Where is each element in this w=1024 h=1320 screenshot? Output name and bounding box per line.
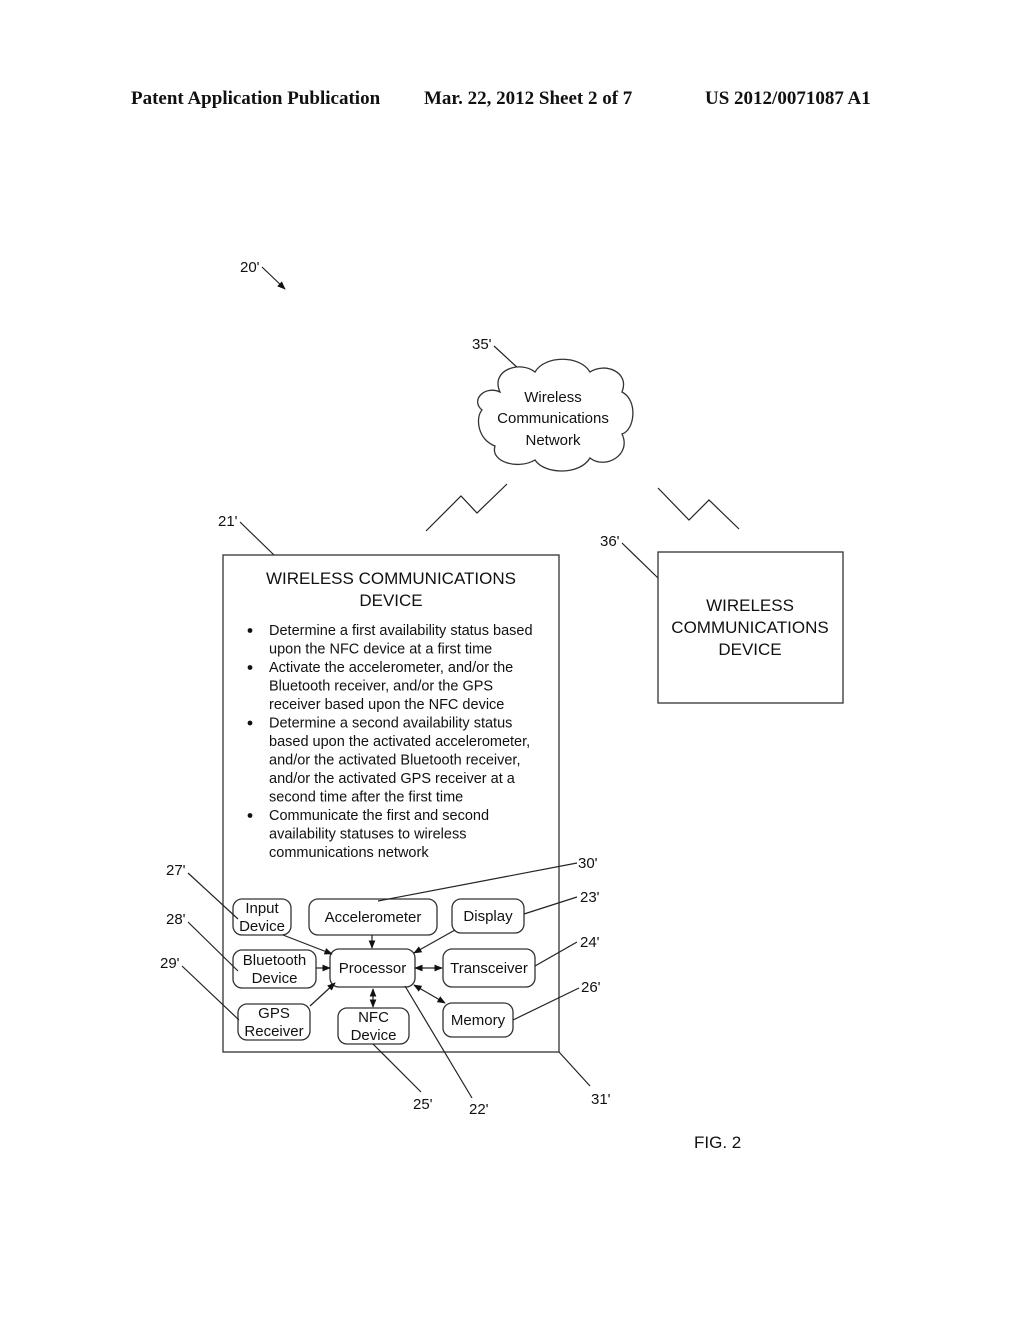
- main-device-title-2: DEVICE: [359, 591, 422, 610]
- component-nfc: NFCDevice: [337, 1007, 410, 1045]
- component-transceiver: Transceiver: [442, 948, 536, 988]
- leader-31: [558, 1051, 591, 1087]
- ref-other-device: 36': [600, 533, 620, 550]
- bullet-dot: [247, 813, 253, 818]
- bullet-line: and/or the activated GPS receiver at a: [269, 771, 516, 787]
- component-memory: Memory: [442, 1002, 514, 1038]
- network-line-1: Wireless: [524, 389, 582, 406]
- ref-gps: 29': [160, 955, 180, 972]
- ref-transceiver: 24': [580, 934, 600, 951]
- bullet-line: and/or the activated Bluetooth receiver,: [269, 753, 521, 769]
- ref-network: 35': [472, 336, 492, 353]
- wireless-link-main: [425, 483, 508, 532]
- figure-label: FIG. 2: [694, 1133, 741, 1152]
- bullet-line: Communicate the first and second: [269, 808, 489, 824]
- component-gps: GPSReceiver: [237, 1003, 311, 1041]
- other-device-line-1: WIRELESS: [706, 596, 794, 615]
- component-processor: Processor: [329, 948, 416, 988]
- component-blocks: InputDeviceAccelerometer DisplayBluetooth…: [232, 898, 536, 1045]
- component-input-device: InputDevice: [232, 898, 292, 936]
- ref-input-device: 27': [166, 862, 186, 879]
- bullet-line: Determine a second availability status: [269, 716, 512, 732]
- ref-memory: 26': [581, 979, 601, 996]
- ref-main-device-leader: [239, 521, 275, 556]
- ref-processor: 22': [469, 1101, 489, 1118]
- component-label: Device: [351, 1027, 397, 1044]
- bullet-line: receiver based upon the NFC device: [269, 697, 504, 713]
- ref-nfc: 25': [413, 1096, 433, 1113]
- component-label: Transceiver: [450, 960, 528, 977]
- ref-housing: 31': [591, 1091, 611, 1108]
- bullet-line: availability statuses to wireless: [269, 827, 466, 843]
- bullet-line: second time after the first time: [269, 790, 463, 806]
- network-line-2: Communications: [497, 410, 609, 427]
- component-label: Processor: [339, 960, 407, 977]
- bullet-line: upon the NFC device at a first time: [269, 642, 492, 658]
- other-device-line-2: COMMUNICATIONS: [671, 618, 828, 637]
- bullet-line: Activate the accelerometer, and/or the: [269, 660, 513, 676]
- component-bluetooth: BluetoothDevice: [232, 949, 317, 989]
- component-display: Display: [451, 898, 525, 934]
- bullet-line: Determine a first availability status ba…: [269, 623, 533, 639]
- component-label: Bluetooth: [243, 952, 306, 969]
- component-label: Accelerometer: [325, 909, 422, 926]
- ref-bluetooth: 28': [166, 911, 186, 928]
- patent-diagram: 20' 35' Wireless Communications Network …: [160, 259, 844, 1152]
- component-label: Memory: [451, 1012, 506, 1029]
- bullet-dot: [247, 628, 253, 633]
- component-label: Receiver: [244, 1023, 303, 1040]
- component-label: GPS: [258, 1005, 290, 1022]
- component-label: Display: [463, 908, 513, 925]
- component-label: Input: [245, 900, 279, 917]
- component-label: Device: [239, 918, 285, 935]
- ref-accelerometer: 30': [578, 855, 598, 872]
- network-line-3: Network: [525, 432, 581, 449]
- component-accelerometer: Accelerometer: [308, 898, 438, 936]
- ref-system: 20': [240, 259, 260, 276]
- ref-main-device: 21': [218, 513, 238, 530]
- bullet-dot: [247, 665, 253, 670]
- component-label: Device: [252, 970, 298, 987]
- bullet-dot: [247, 720, 253, 726]
- wireless-link-other: [657, 487, 740, 530]
- main-device-title-1: WIRELESS COMMUNICATIONS: [266, 569, 516, 588]
- bullet-line: based upon the activated accelerometer,: [269, 734, 530, 750]
- bullet-line: Bluetooth receiver, and/or the GPS: [269, 679, 493, 695]
- component-label: NFC: [358, 1009, 389, 1026]
- ref-display: 23': [580, 889, 600, 906]
- ref-system-arrow: [261, 266, 286, 290]
- ref-other-device-leader: [621, 542, 659, 579]
- other-device-line-3: DEVICE: [718, 640, 781, 659]
- bullet-line: communications network: [269, 845, 429, 861]
